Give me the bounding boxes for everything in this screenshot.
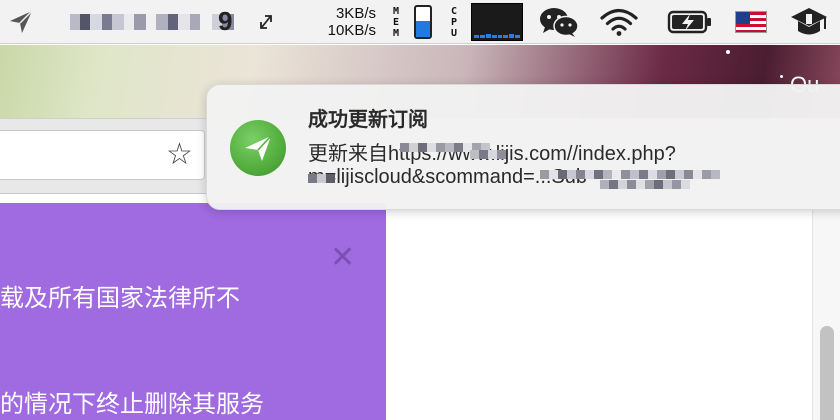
mem-label: M E M — [392, 5, 400, 39]
battery-charging-icon[interactable] — [664, 0, 716, 44]
bookmark-star-icon[interactable]: ☆ — [166, 139, 193, 171]
memory-meter-fill — [416, 20, 430, 37]
network-download-speed: 10KB/s — [327, 22, 376, 39]
redaction-mosaic — [540, 170, 720, 179]
cpu-graph[interactable] — [470, 0, 524, 44]
menu-bar: 9 3KB/s 10KB/s M E M C P U — [0, 0, 840, 44]
redaction-mosaic — [470, 150, 506, 159]
wifi-icon[interactable] — [596, 0, 642, 44]
network-upload-speed: 3KB/s — [335, 5, 376, 22]
blurred-menu-tail: 9 — [218, 6, 233, 36]
redaction-mosaic — [600, 180, 690, 189]
network-speed[interactable]: 3KB/s 10KB/s — [304, 0, 376, 44]
notification-title: 成功更新订阅 — [308, 109, 428, 131]
banner-close-button[interactable]: ✕ — [330, 243, 355, 273]
resize-icon[interactable] — [252, 0, 280, 44]
memory-meter[interactable] — [412, 0, 434, 44]
graduation-icon[interactable] — [784, 0, 834, 44]
send-icon[interactable] — [4, 0, 38, 44]
us-flag-icon[interactable] — [732, 0, 770, 44]
scrollbar-thumb[interactable] — [820, 326, 834, 420]
wechat-icon[interactable] — [536, 0, 582, 44]
banner-text-line: 的情况下终止删除其服务 — [0, 391, 264, 418]
redaction-mosaic — [308, 174, 335, 183]
cpu-label: C P U — [450, 5, 458, 39]
send-icon — [230, 120, 286, 176]
wallpaper-sparkle — [780, 75, 783, 78]
banner-text-line: 载及所有国家法律所不 — [0, 285, 240, 312]
wallpaper-sparkle — [726, 50, 730, 54]
